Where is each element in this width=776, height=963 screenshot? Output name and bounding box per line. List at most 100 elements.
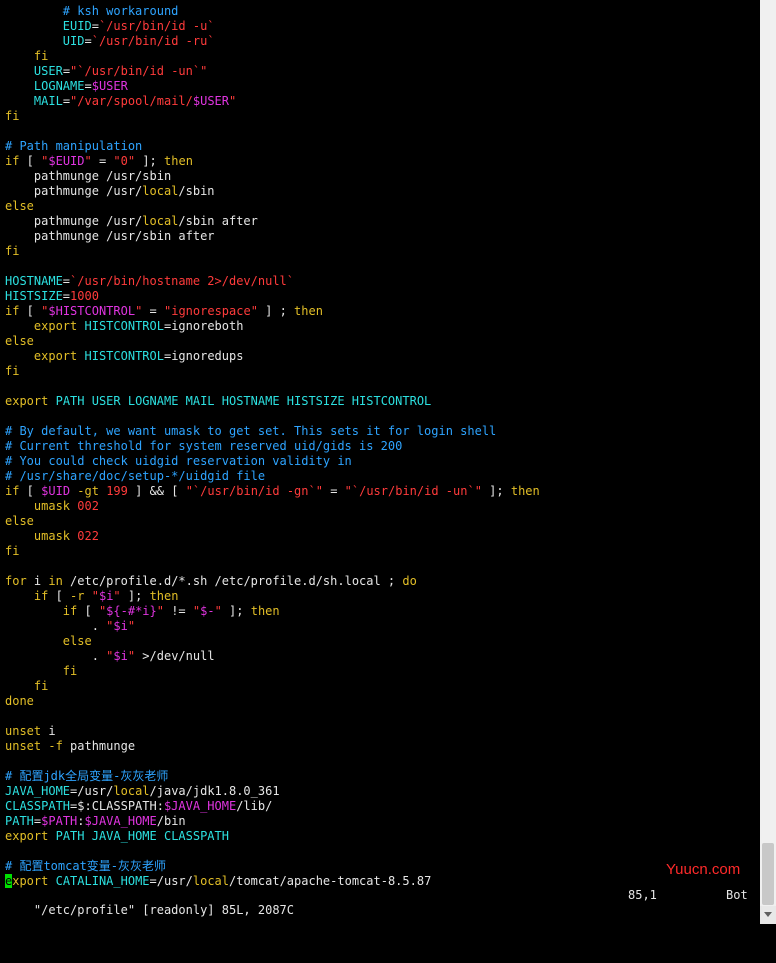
scroll-down-button[interactable] — [760, 906, 776, 924]
code-token: $HISTCONTROL — [48, 304, 136, 318]
code-token: /tomcat/apache-tomcat-8.5.87 — [229, 874, 432, 888]
code-token: `/usr/bin/hostname 2>/dev/null` — [70, 274, 294, 288]
code-token: do — [402, 574, 417, 588]
code-token: `/usr/bin/id -u` — [98, 19, 215, 33]
code-token: = — [62, 94, 71, 108]
code-token: then — [149, 589, 179, 603]
code-token: [ — [19, 484, 42, 498]
chevron-down-icon — [764, 912, 772, 917]
code-token: # By default, we want umask to get set. … — [5, 424, 497, 438]
code-token: /sbin — [178, 184, 215, 198]
code-line: pathmunge /usr/local/sbin after — [5, 214, 757, 229]
code-token: ] && [ — [127, 484, 186, 498]
code-token: ]; — [481, 484, 511, 498]
code-token: for — [5, 574, 27, 588]
code-token: HISTCONTROL — [84, 319, 164, 333]
code-token: " — [214, 604, 222, 618]
code-token: " — [229, 94, 237, 108]
code-line: . "$i" — [5, 619, 757, 634]
code-token: ${-#*i} — [106, 604, 157, 618]
code-line: fi — [5, 109, 757, 124]
code-line: pathmunge /usr/local/sbin — [5, 184, 757, 199]
vim-status-line: "/etc/profile" [readonly] 85L, 2087C 85,… — [5, 888, 757, 917]
code-line: export PATH USER LOGNAME MAIL HOSTNAME H… — [5, 394, 757, 409]
code-token: JAVA_HOME — [5, 784, 71, 798]
code-token: CLASSPATH — [5, 799, 71, 813]
code-token: pathmunge — [62, 739, 136, 753]
status-scroll-percent: Bot — [726, 888, 748, 902]
code-token: : — [77, 814, 85, 828]
code-token: " — [91, 589, 99, 603]
vim-editor-buffer[interactable]: # ksh workaround EUID=`/usr/bin/id -u` U… — [5, 4, 757, 889]
code-token: $USER — [91, 79, 128, 93]
code-token: # 配置jdk全局变量-灰灰老师 — [5, 769, 169, 783]
code-token: =/usr/ — [70, 784, 114, 798]
terminal-window[interactable]: # ksh workaround EUID=`/usr/bin/id -u` U… — [0, 0, 760, 924]
code-token: ]; — [135, 154, 165, 168]
code-token: pathmunge /usr/ — [5, 184, 143, 198]
code-token: =ignoredups — [163, 349, 244, 363]
code-token: " — [127, 649, 136, 663]
code-line: # 配置tomcat变量-灰灰老师 — [5, 859, 757, 874]
code-token: umask — [33, 499, 71, 513]
code-token: USER — [33, 64, 63, 78]
code-token: else — [62, 634, 92, 648]
code-token: fi — [5, 244, 20, 258]
code-token: -r — [70, 589, 85, 603]
code-line: for i in /etc/profile.d/*.sh /etc/profil… — [5, 574, 757, 589]
code-token: fi — [5, 544, 20, 558]
code-token: if — [62, 604, 78, 618]
code-line: MAIL="/var/spool/mail/$USER" — [5, 94, 757, 109]
code-token: # /usr/share/doc/setup-*/uidgid file — [5, 469, 266, 483]
code-line: HOSTNAME=`/usr/bin/hostname 2>/dev/null` — [5, 274, 757, 289]
code-token: . — [5, 649, 107, 663]
code-line: fi — [5, 664, 757, 679]
code-token: = — [62, 274, 71, 288]
scrollbar-thumb[interactable] — [762, 843, 774, 905]
code-line: unset -f pathmunge — [5, 739, 757, 754]
code-token: HISTSIZE — [5, 289, 63, 303]
code-token: $i — [113, 619, 128, 633]
code-token: # Path manipulation — [5, 139, 143, 153]
code-token: `/usr/bin/id -ru` — [91, 34, 215, 48]
code-token: # 配置tomcat变量-灰灰老师 — [5, 859, 167, 873]
code-token: i — [41, 724, 56, 738]
vertical-scrollbar[interactable] — [760, 0, 776, 924]
code-token: $UID — [41, 484, 71, 498]
code-line: # ksh workaround — [5, 4, 757, 19]
code-token: PATH USER LOGNAME MAIL HOSTNAME HISTSIZE… — [55, 394, 432, 408]
code-token: $PATH — [41, 814, 78, 828]
code-line: done — [5, 694, 757, 709]
code-line: fi — [5, 544, 757, 559]
code-token: PATH JAVA_HOME CLASSPATH — [55, 829, 229, 843]
code-token: $JAVA_HOME — [84, 814, 157, 828]
code-token: UID — [62, 34, 85, 48]
code-token: fi — [62, 664, 78, 678]
code-token: pathmunge /usr/sbin — [5, 169, 172, 183]
code-line: umask 022 — [5, 529, 757, 544]
code-token: # ksh workaround — [62, 4, 179, 18]
code-token: ] ; — [257, 304, 295, 318]
code-token: "`/usr/bin/id -un`" — [70, 64, 208, 78]
code-token: 199 — [106, 484, 128, 498]
code-token: != — [163, 604, 193, 618]
code-token: i — [26, 574, 49, 588]
code-token: 1000 — [70, 289, 99, 303]
code-token: local — [142, 214, 179, 228]
code-token: ]; — [120, 589, 150, 603]
